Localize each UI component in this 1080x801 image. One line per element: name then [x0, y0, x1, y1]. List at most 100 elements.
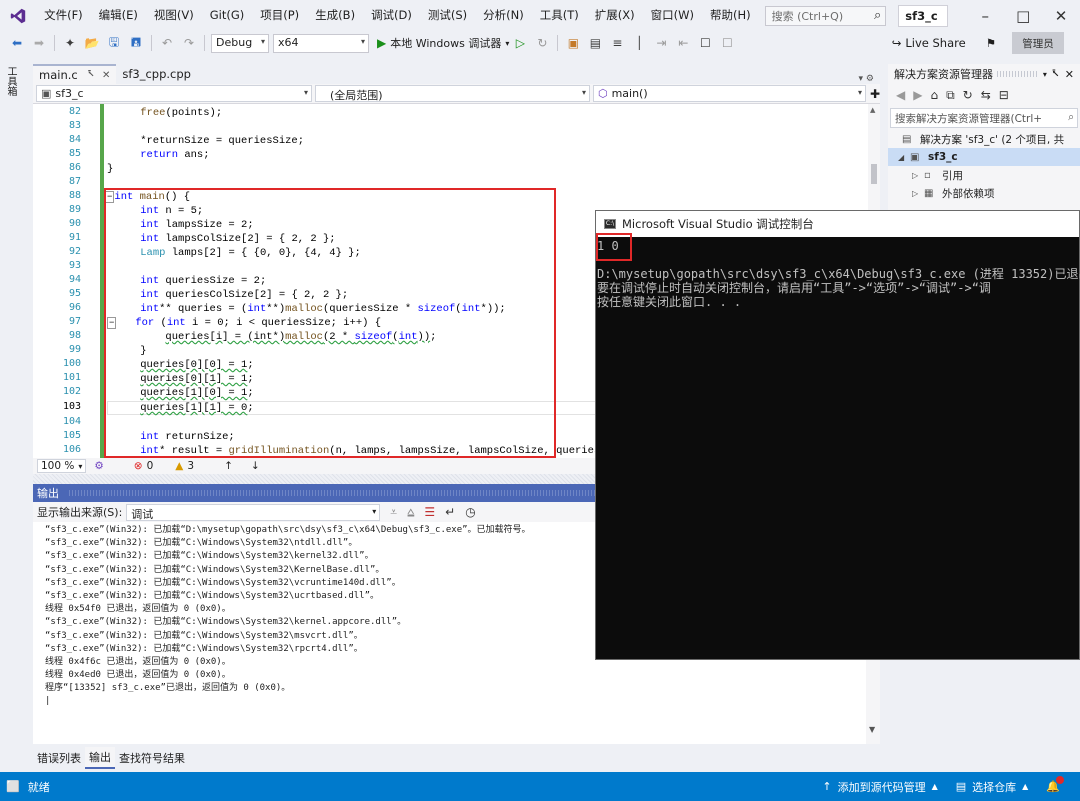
search-input[interactable]: 搜索 (Ctrl+Q) ⌕	[764, 5, 887, 26]
project-icon: ▣	[41, 87, 52, 100]
solution-node[interactable]: ▤ 解决方案 'sf3_c' (2 个项目, 共	[888, 130, 1080, 148]
menu-project[interactable]: 项目(P)	[252, 0, 307, 31]
menu-view[interactable]: 视图(V)	[146, 0, 202, 31]
save-all-icon[interactable]: 🖪	[128, 35, 144, 51]
errors-indicator[interactable]: ⊗ 0	[134, 460, 154, 472]
scroll-up-icon[interactable]: ▲	[870, 106, 875, 114]
code-health-icon[interactable]: ⚙	[94, 460, 103, 472]
open-file-icon[interactable]: 📂	[84, 35, 100, 51]
pin-icon[interactable]: ⭶	[88, 67, 94, 84]
console-line: 1 0	[597, 239, 619, 253]
home-icon[interactable]: ⌂	[930, 88, 938, 102]
comment-icon[interactable]: │	[631, 35, 647, 51]
save-icon[interactable]: 🖫	[106, 35, 122, 51]
forward-icon[interactable]: ▶	[913, 88, 922, 102]
collapsed-arrow-icon[interactable]: ▷	[912, 189, 924, 198]
close-icon[interactable]: ✕	[102, 70, 110, 81]
scroll-down-icon[interactable]: ▼	[869, 725, 875, 734]
previous-issue-icon[interactable]: ↑	[224, 460, 233, 472]
console-icon: C:\	[604, 219, 616, 229]
menu-git[interactable]: Git(G)	[202, 0, 253, 31]
outdent-icon[interactable]: ⇤	[675, 35, 691, 51]
project-node-label: sf3_c	[928, 151, 958, 163]
word-wrap-icon[interactable]: ↵	[445, 505, 455, 519]
project-select[interactable]: ▣ sf3_c ▾	[36, 85, 312, 102]
feedback-icon[interactable]: ⚑	[986, 36, 996, 50]
forward-icon[interactable]: ➡	[31, 35, 47, 51]
start-without-debugging-icon[interactable]: ▷	[512, 35, 528, 51]
zoom-level[interactable]: 100 % ▾	[37, 459, 87, 473]
live-share-button[interactable]: ↪ Live Share ⚑	[892, 36, 996, 50]
clock-icon[interactable]: ◷	[465, 505, 475, 519]
find-previous-icon[interactable]: ⩡	[390, 505, 397, 520]
close-icon[interactable]: ✕	[1065, 68, 1074, 81]
collapse-all-icon[interactable]: ⊟	[999, 88, 1009, 102]
hot-reload-icon[interactable]: ↻	[534, 35, 550, 51]
solution-icon: ▤	[902, 133, 912, 145]
line-number: 88	[68, 190, 81, 201]
back-icon[interactable]: ⬅	[9, 35, 25, 51]
ready-label: 就绪	[27, 780, 50, 794]
toolbox-tab[interactable]: 工具箱	[4, 66, 16, 96]
menu-tools[interactable]: 工具(T)	[532, 0, 587, 31]
tab-main-c[interactable]: main.c ⭶ ✕	[33, 64, 117, 84]
redo-icon[interactable]: ↷	[181, 35, 197, 51]
notifications-bell-icon[interactable]: 🔔	[1046, 776, 1064, 793]
menu-window[interactable]: 窗口(W)	[643, 0, 702, 31]
platform-select[interactable]: x64 ▾	[273, 33, 369, 53]
external-deps-node[interactable]: ▷ ▦ 外部依赖项	[888, 184, 1080, 202]
menu-extensions[interactable]: 扩展(X)	[587, 0, 643, 31]
tab-output[interactable]: 输出	[85, 747, 115, 769]
menu-debug[interactable]: 调试(D)	[363, 0, 420, 31]
minimize-button[interactable]: –	[966, 0, 1004, 31]
bookmark-icon[interactable]: ☐	[697, 35, 713, 51]
tab-sf3-cpp[interactable]: sf3_cpp.cpp	[116, 64, 197, 84]
tab-overflow-icon[interactable]: ▾ ⚙	[859, 74, 874, 84]
maximize-button[interactable]: □	[1004, 0, 1042, 31]
pin-icon[interactable]: ⭶	[1052, 65, 1059, 84]
scrollbar-thumb[interactable]	[871, 164, 877, 184]
menu-edit[interactable]: 编辑(E)	[91, 0, 146, 31]
find-next-icon[interactable]: ⩠	[407, 505, 414, 520]
console-title: Microsoft Visual Studio 调试控制台	[622, 217, 814, 231]
back-icon[interactable]: ◀	[896, 88, 905, 102]
split-icon[interactable]: ✚	[870, 87, 880, 101]
start-debugging-button[interactable]: ▶ 本地 Windows 调试器 ▾	[377, 35, 509, 51]
expanded-arrow-icon[interactable]: ◢	[898, 153, 910, 162]
spell-check-icon[interactable]: ≡	[609, 35, 625, 51]
scope-select[interactable]: (全局范围) ▾	[314, 85, 590, 102]
solution-explorer-search[interactable]: 搜索解决方案资源管理器(Ctrl+ ⌕	[890, 108, 1078, 128]
switch-views-icon[interactable]: ⧉	[946, 88, 955, 103]
indent-icon[interactable]: ⇥	[653, 35, 669, 51]
toolbox-icon[interactable]: ▣	[565, 35, 581, 51]
menu-help[interactable]: 帮助(H)	[702, 0, 759, 31]
chevron-down-icon: ▾	[372, 506, 377, 516]
debug-console-window[interactable]: C:\ Microsoft Visual Studio 调试控制台 1 0 D:…	[595, 210, 1080, 660]
output-source-select[interactable]: 调试 ▾	[126, 503, 381, 521]
sync-icon[interactable]: ⇆	[981, 88, 991, 102]
configuration-select[interactable]: Debug ▾	[211, 33, 269, 53]
warnings-indicator[interactable]: ▲ 3	[175, 460, 194, 472]
bookmark-next-icon[interactable]: ☐	[719, 35, 735, 51]
undo-icon[interactable]: ↶	[159, 35, 175, 51]
menu-test[interactable]: 测试(S)	[420, 0, 475, 31]
menu-file[interactable]: 文件(F)	[36, 0, 91, 31]
layout-icon[interactable]: ▤	[587, 35, 603, 51]
tab-error-list[interactable]: 错误列表	[33, 748, 85, 768]
tab-find-symbol-results[interactable]: 查找符号结果	[115, 748, 189, 768]
project-node[interactable]: ◢ ▣ sf3_c	[888, 148, 1080, 166]
member-select[interactable]: ⬡ main() ▾	[592, 85, 866, 102]
select-repository-button[interactable]: ▤ 选择仓库 ▲	[956, 779, 1029, 795]
history-icon[interactable]: ↻	[963, 88, 973, 102]
menu-build[interactable]: 生成(B)	[307, 0, 363, 31]
menu-analyze[interactable]: 分析(N)	[475, 0, 532, 31]
line-number: 90	[68, 218, 81, 229]
new-project-icon[interactable]: ✦	[62, 35, 78, 51]
next-issue-icon[interactable]: ↓	[251, 460, 260, 472]
references-node[interactable]: ▷ ▫ 引用	[888, 166, 1080, 184]
close-button[interactable]: ✕	[1042, 0, 1080, 31]
add-to-source-control-button[interactable]: ↑ 添加到源代码管理 ▲	[822, 779, 937, 795]
clear-all-icon[interactable]: ☰	[424, 505, 435, 519]
collapsed-arrow-icon[interactable]: ▷	[912, 171, 924, 180]
chevron-down-icon[interactable]: ▾	[1043, 70, 1047, 79]
